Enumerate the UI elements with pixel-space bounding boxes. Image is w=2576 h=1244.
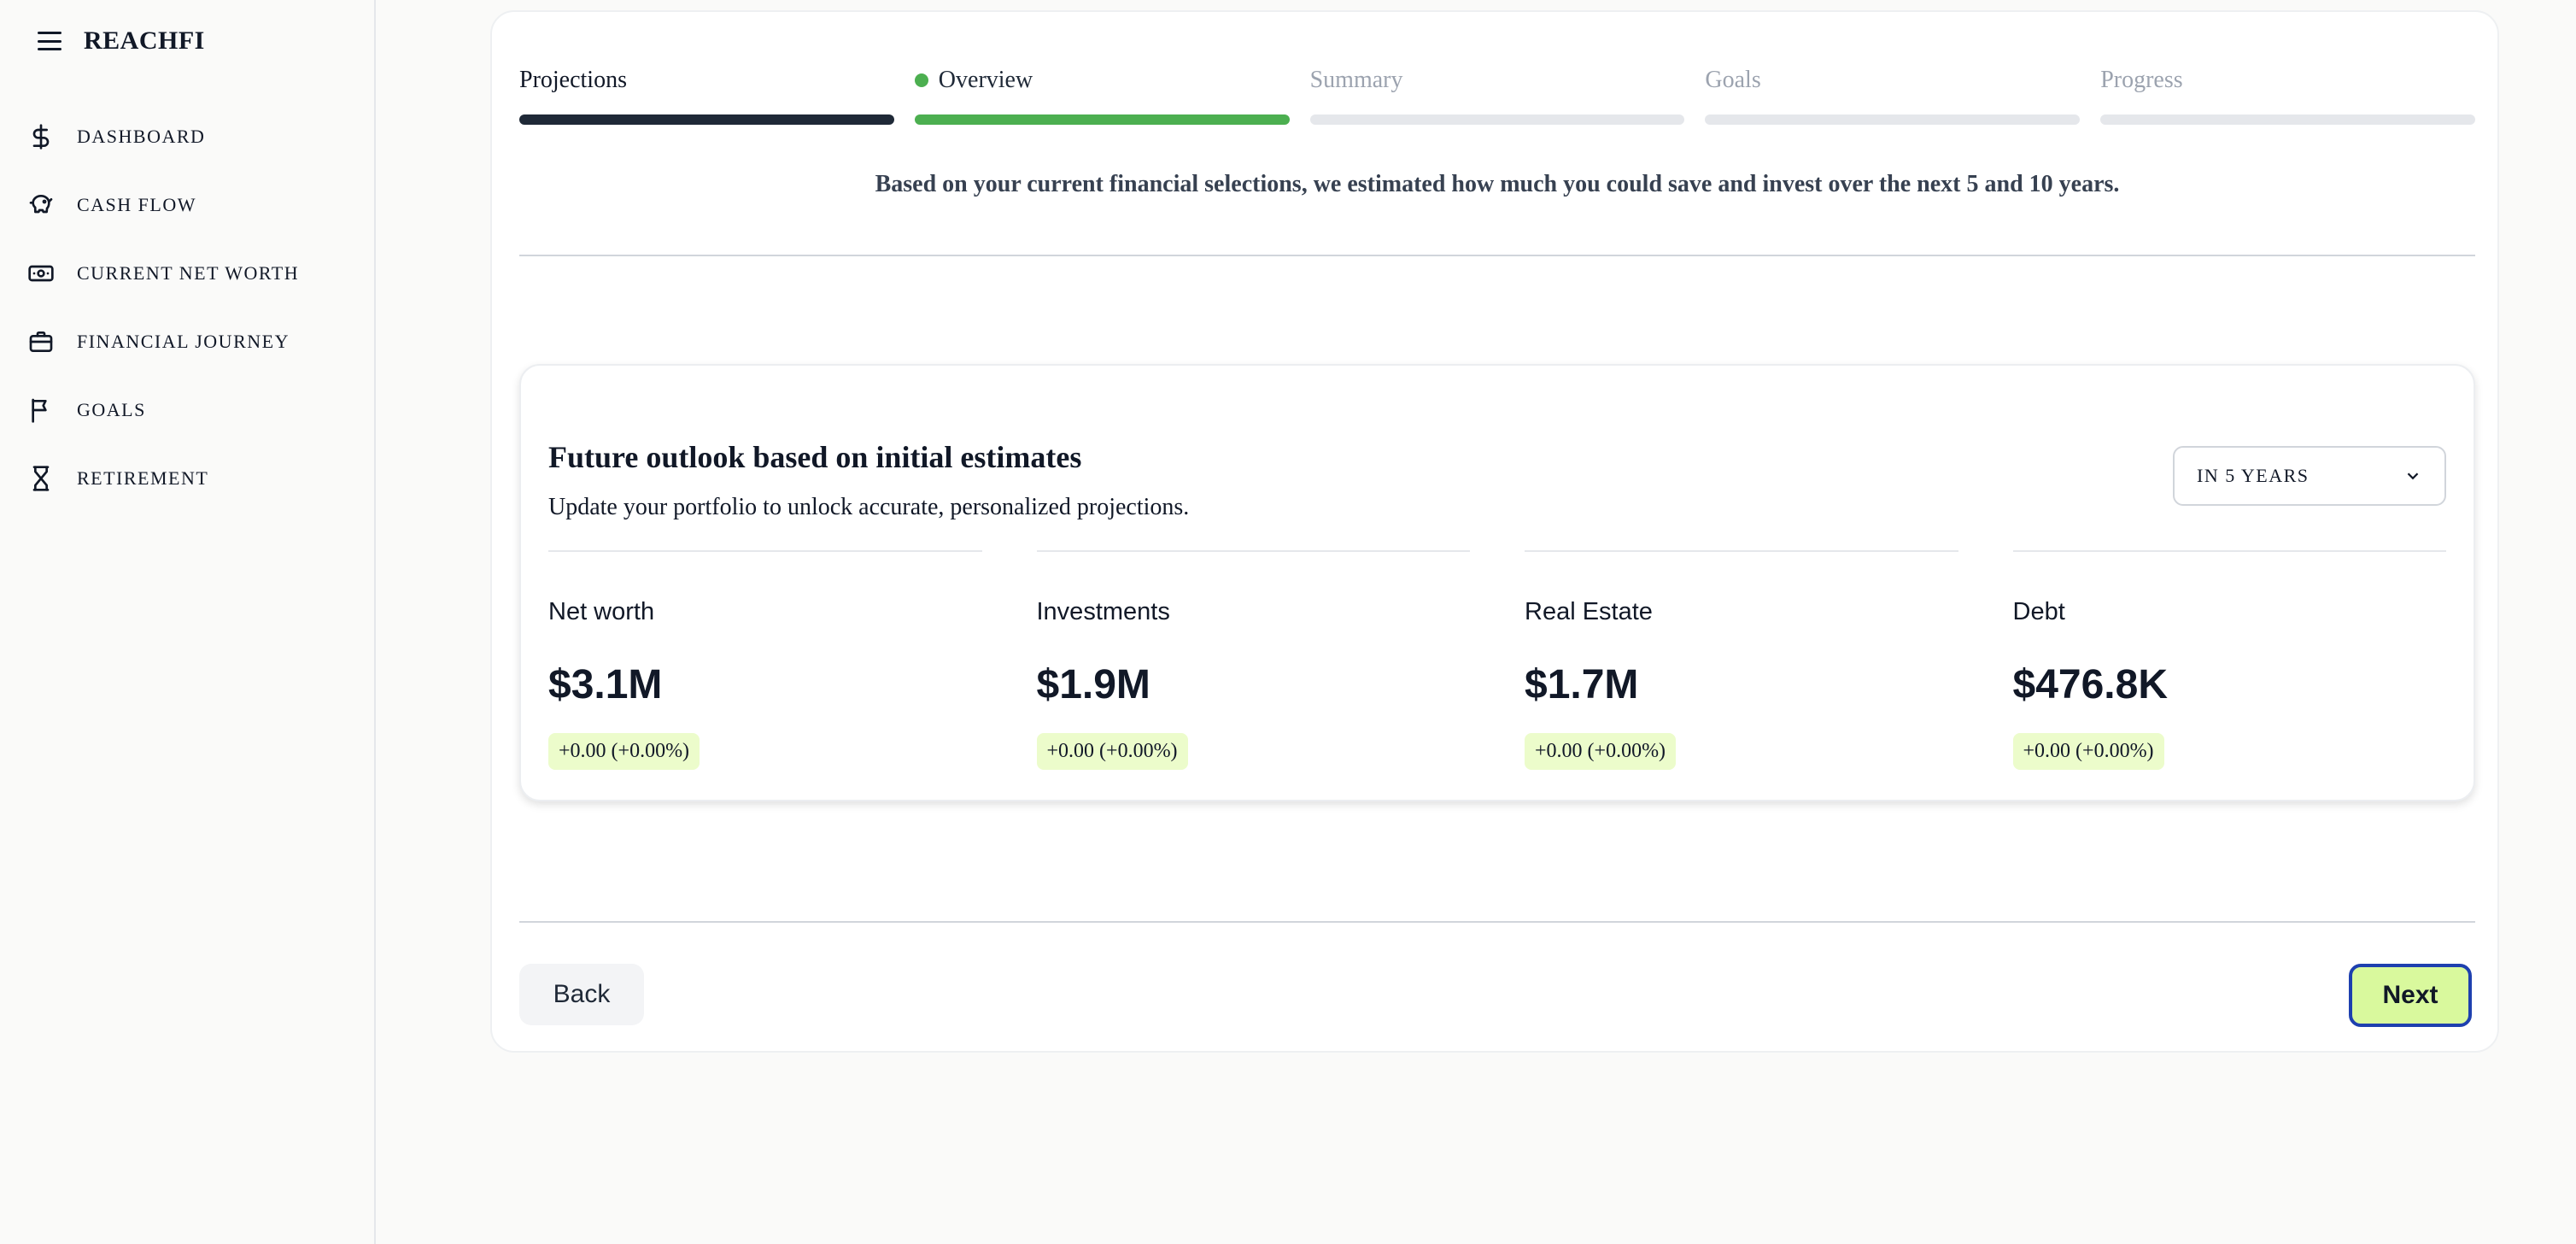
metric-debt: Debt $476.8K +0.00 (+0.00%) (2012, 550, 2446, 770)
next-button[interactable]: Next (2349, 964, 2472, 1027)
hourglass-icon (26, 463, 56, 494)
sidebar-item-financial-journey[interactable]: FINANCIAL JOURNEY (26, 308, 299, 376)
banknote-icon (26, 258, 56, 289)
step-progress-bar (1309, 114, 1685, 125)
back-button[interactable]: Back (519, 964, 644, 1025)
step-label-active: Overview (914, 62, 1290, 99)
step-label: Progress (2100, 67, 2183, 93)
step-progress[interactable]: Progress (2100, 62, 2475, 125)
step-overview[interactable]: Overview (914, 62, 1290, 125)
metric-investments: Investments $1.9M +0.00 (+0.00%) (1036, 550, 1470, 770)
sidebar-item-cash-flow[interactable]: CASH FLOW (26, 171, 299, 239)
outlook-card: Future outlook based on initial estimate… (519, 364, 2475, 801)
intro-text: Based on your current financial selectio… (875, 171, 2120, 197)
step-progress-bar (1705, 114, 2081, 125)
divider (519, 921, 2475, 923)
briefcase-icon (26, 326, 56, 357)
step-progress-bar (914, 114, 1290, 125)
sidebar-item-label: DASHBOARD (77, 126, 206, 147)
sidebar-item-retirement[interactable]: RETIREMENT (26, 444, 299, 513)
divider (519, 255, 2475, 256)
period-select[interactable]: IN 5 YEARS (2173, 446, 2446, 506)
sidebar-item-label: CASH FLOW (77, 194, 197, 215)
step-progress-bar (2100, 114, 2475, 125)
brand: REACHFI (38, 24, 205, 58)
piggy-bank-icon (26, 190, 56, 220)
dollar-icon (26, 121, 56, 152)
sidebar-item-label: CURRENT NET WORTH (77, 262, 300, 284)
metric-label: Net worth (548, 598, 655, 625)
metric-value: $1.7M (1525, 662, 1639, 707)
period-select-value: IN 5 YEARS (2197, 465, 2310, 486)
metric-net-worth: Net worth $3.1M +0.00 (+0.00%) (548, 550, 982, 770)
metric-real-estate: Real Estate $1.7M +0.00 (+0.00%) (1525, 550, 1958, 770)
metric-value: $3.1M (548, 662, 663, 707)
chevron-down-icon (2407, 472, 2419, 480)
metric-change-badge: +0.00 (+0.00%) (2012, 733, 2164, 770)
active-dot-icon (914, 73, 928, 87)
step-label-text: Overview (938, 67, 1033, 93)
step-progress-bar (519, 114, 894, 125)
step-label: Goals (1705, 67, 1761, 93)
step-label: Projections (519, 67, 627, 93)
sidebar-item-goals[interactable]: GOALS (26, 376, 299, 444)
brand-name: REACHFI (84, 26, 205, 55)
menu-icon[interactable] (38, 32, 61, 50)
flag-icon (26, 395, 56, 425)
metric-change-badge: +0.00 (+0.00%) (548, 733, 700, 770)
stepper: Projections Overview Summary Goals Progr… (519, 62, 2475, 125)
metric-change-badge: +0.00 (+0.00%) (1525, 733, 1677, 770)
step-projections[interactable]: Projections (519, 62, 894, 125)
outlook-title: Future outlook based on initial estimate… (548, 440, 1082, 474)
sidebar-item-dashboard[interactable]: DASHBOARD (26, 103, 299, 171)
step-label: Summary (1309, 67, 1403, 93)
metric-label: Debt (2012, 598, 2065, 625)
metric-label: Investments (1036, 598, 1170, 625)
metrics-row: Net worth $3.1M +0.00 (+0.00%) Investmen… (548, 550, 2446, 770)
step-summary[interactable]: Summary (1309, 62, 1685, 125)
main-card: Projections Overview Summary Goals Progr… (490, 10, 2499, 1053)
sidebar: REACHFI DASHBOARD CASH FLOW CURRENT NET … (0, 0, 376, 1244)
metric-change-badge: +0.00 (+0.00%) (1036, 733, 1188, 770)
metric-label: Real Estate (1525, 598, 1653, 625)
metric-value: $1.9M (1036, 662, 1150, 707)
metric-value: $476.8K (2012, 662, 2168, 707)
sidebar-item-label: RETIREMENT (77, 467, 209, 489)
outlook-subtitle: Update your portfolio to unlock accurate… (548, 494, 1190, 520)
sidebar-item-label: FINANCIAL JOURNEY (77, 331, 290, 352)
sidebar-item-label: GOALS (77, 399, 146, 420)
step-goals[interactable]: Goals (1705, 62, 2081, 125)
sidebar-nav: DASHBOARD CASH FLOW CURRENT NET WORTH FI… (26, 103, 299, 513)
sidebar-item-current-net-worth[interactable]: CURRENT NET WORTH (26, 239, 299, 308)
